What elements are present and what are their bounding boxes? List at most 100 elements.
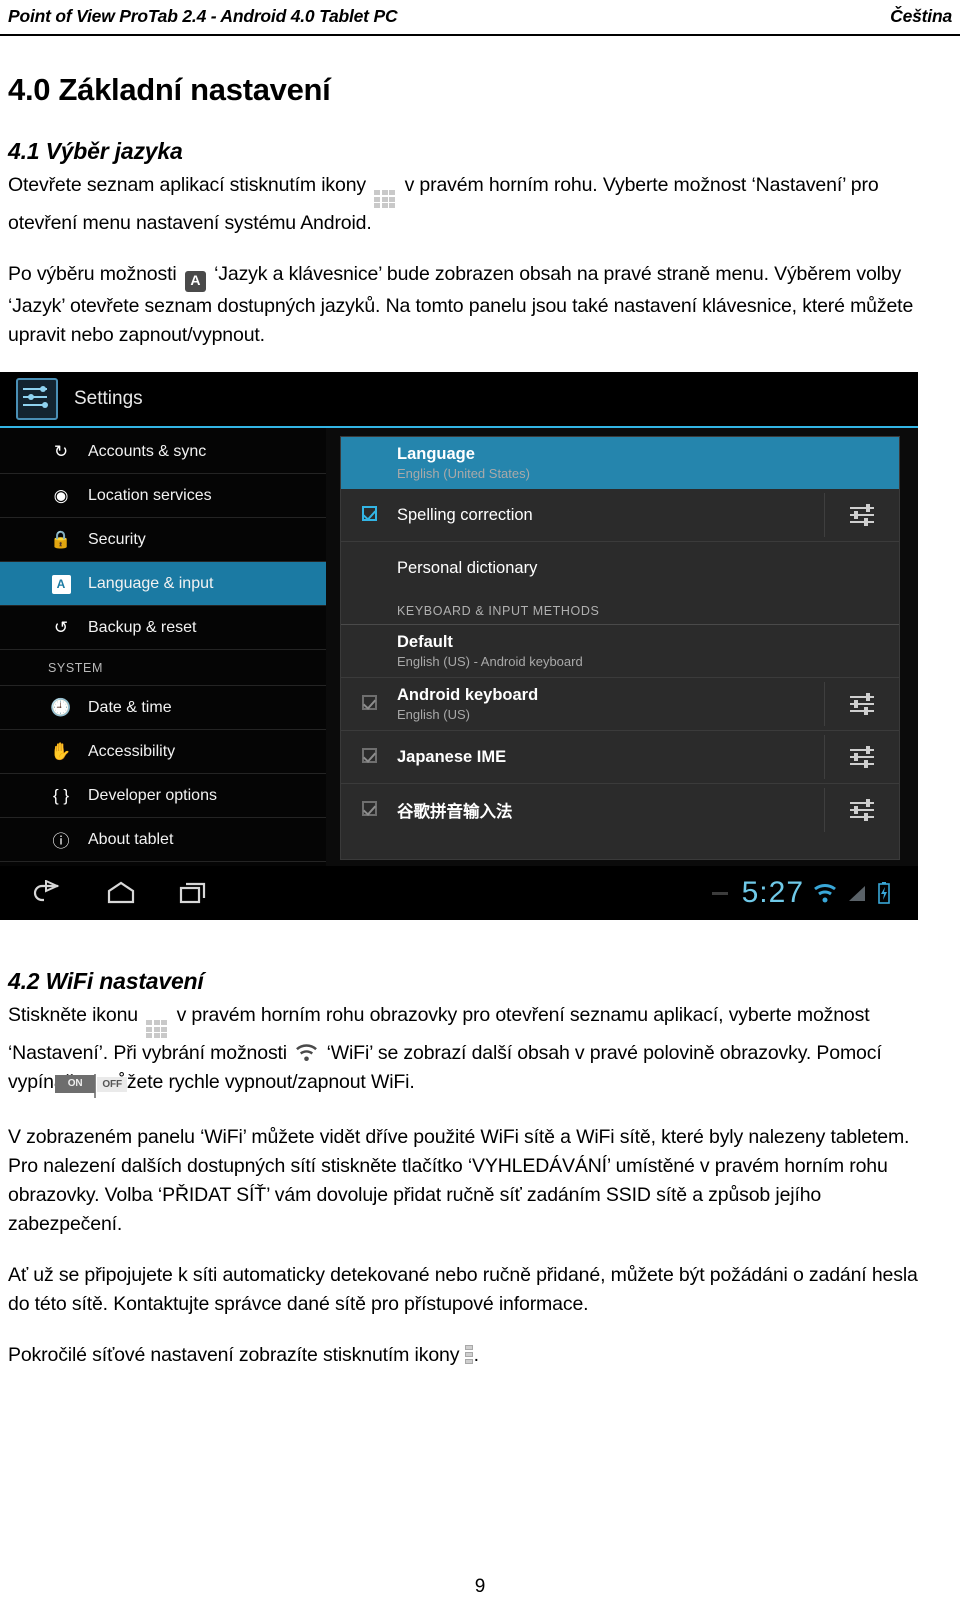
android-settings-sidebar: ↻ Accounts & sync ◉ Location services 🔒 … <box>0 428 326 866</box>
setting-row-spelling-correction[interactable]: Spelling correction <box>341 489 899 542</box>
setting-row-default-keyboard[interactable]: Default English (US) - Android keyboard <box>341 625 899 678</box>
android-system-navigation-bar: 5:27 <box>0 866 918 920</box>
sidebar-item-label: Accounts & sync <box>88 442 207 460</box>
setting-title: Language <box>397 445 475 463</box>
setting-row-android-keyboard[interactable]: Android keyboard English (US) <box>341 678 899 731</box>
header-divider <box>0 34 960 36</box>
panel-section-keyboard-input-methods: KEYBOARD & INPUT METHODS <box>341 594 899 625</box>
header-language: Čeština <box>890 6 952 26</box>
home-icon[interactable] <box>104 880 138 906</box>
sidebar-item-label: Backup & reset <box>88 618 197 636</box>
document-content-lower: 4.2 WiFi nastavení Stiskněte ikonu v pra… <box>8 968 932 1370</box>
setting-row-personal-dictionary[interactable]: Personal dictionary <box>341 542 899 594</box>
subsection-4-2-title: 4.2 WiFi nastavení <box>8 968 204 994</box>
status-clock: 5:27 <box>741 876 804 909</box>
japanese-ime-settings-button[interactable] <box>824 735 899 779</box>
sliders-icon <box>850 693 874 715</box>
setting-value: English (US) - Android keyboard <box>397 654 583 669</box>
paragraph-4-2-intro: Stiskněte ikonu v pravém horním rohu obr… <box>8 1001 932 1101</box>
wifi-onoff-toggle-icon: OFF ON <box>55 1074 128 1098</box>
method-checkbox-cell[interactable] <box>341 695 397 713</box>
paragraph-text-d: můžete rychle vypnout/zapnout WiFi. <box>100 1071 415 1093</box>
method-checkbox-cell[interactable] <box>341 748 397 766</box>
wifi-status-icon <box>814 884 836 903</box>
sliders-icon <box>850 799 874 821</box>
navigation-buttons <box>16 880 210 906</box>
checkbox-icon[interactable] <box>361 695 377 710</box>
android-title-bar: Settings <box>0 372 918 428</box>
document-content: 4.0 Základní nastavení 4.1 Výběr jazyka … <box>8 66 932 350</box>
running-header: Point of View ProTab 2.4 - Android 4.0 T… <box>8 6 952 34</box>
paragraph-text-a: Pokročilé síťové nastavení zobrazíte sti… <box>8 1344 460 1366</box>
row-text: Spelling correction <box>397 506 824 525</box>
row-text: Japanese IME <box>397 748 824 767</box>
setting-value: English (United States) <box>397 466 530 481</box>
battery-icon <box>878 882 890 904</box>
row-text: 谷歌拼音输入法 <box>397 798 824 822</box>
language-input-panel: Language English (United States) Spellin… <box>340 436 900 860</box>
sidebar-item-accessibility[interactable]: ✋ Accessibility <box>0 730 326 774</box>
sidebar-item-location-services[interactable]: ◉ Location services <box>0 474 326 518</box>
checkbox-icon[interactable] <box>361 801 377 816</box>
sliders-icon <box>850 504 874 526</box>
android-app-title: Settings <box>74 388 143 409</box>
sidebar-item-developer-options[interactable]: { } Developer options <box>0 774 326 818</box>
setting-title: Spelling correction <box>397 505 533 524</box>
android-keyboard-settings-button[interactable] <box>824 682 899 726</box>
sidebar-item-label: Developer options <box>88 786 217 804</box>
sidebar-item-label: Language & input <box>88 574 214 592</box>
sidebar-group-label-system: SYSTEM <box>0 650 326 686</box>
row-text: Language English (United States) <box>397 445 899 481</box>
paragraph-text-b: . <box>473 1344 479 1366</box>
setting-title: Personal dictionary <box>397 558 538 577</box>
checkbox-icon[interactable] <box>361 748 377 763</box>
lock-icon: 🔒 <box>50 529 72 549</box>
language-input-icon: A <box>184 271 206 292</box>
sidebar-item-backup-reset[interactable]: ↺ Backup & reset <box>0 606 326 650</box>
setting-row-google-pinyin[interactable]: 谷歌拼音输入法 <box>341 784 899 836</box>
method-checkbox-cell[interactable] <box>341 801 397 819</box>
google-pinyin-settings-button[interactable] <box>824 788 899 832</box>
setting-row-japanese-ime[interactable]: Japanese IME <box>341 731 899 784</box>
recents-icon[interactable] <box>176 880 210 906</box>
sidebar-item-about-tablet[interactable]: ⓘ About tablet <box>0 818 326 862</box>
signal-icon <box>849 886 865 901</box>
backup-icon: ↺ <box>53 617 69 637</box>
sliders-icon <box>850 746 874 768</box>
setting-title: Default <box>397 633 453 651</box>
sidebar-item-label: Date & time <box>88 698 172 716</box>
apps-grid-icon <box>146 1020 169 1039</box>
setting-row-language[interactable]: Language English (United States) <box>341 437 899 489</box>
paragraph-text-a: Stiskněte ikonu <box>8 1004 138 1026</box>
spelling-settings-button[interactable] <box>824 493 899 537</box>
paragraph-4-2-networks: V zobrazeném panelu ‘WiFi’ můžete vidět … <box>8 1126 910 1235</box>
back-icon[interactable] <box>32 880 66 906</box>
sidebar-item-label: Security <box>88 530 146 548</box>
setting-title: Japanese IME <box>397 747 507 766</box>
overflow-menu-icon <box>464 1345 474 1365</box>
sidebar-item-label: About tablet <box>88 830 174 848</box>
sidebar-item-security[interactable]: 🔒 Security <box>0 518 326 562</box>
paragraph-4-1-detail: Po výběru možnosti A ‘Jazyk a klávesnice… <box>8 260 932 350</box>
clock-icon: 🕘 <box>50 697 72 717</box>
language-icon: A <box>48 573 74 594</box>
apps-grid-icon <box>374 190 397 209</box>
paragraph-4-2-advanced: Pokročilé síťové nastavení zobrazíte sti… <box>8 1341 932 1370</box>
wifi-icon <box>296 1044 318 1062</box>
setting-value: English (US) <box>397 707 470 722</box>
toggle-on-label: ON <box>55 1075 96 1093</box>
spelling-checkbox-cell[interactable] <box>341 506 397 524</box>
paragraph-text-a: Otevřete seznam aplikací stisknutím ikon… <box>8 174 366 196</box>
sidebar-item-date-time[interactable]: 🕘 Date & time <box>0 686 326 730</box>
page-title: 4.0 Základní nastavení <box>8 72 331 107</box>
sync-icon: ↻ <box>53 441 69 461</box>
android-settings-screenshot: Settings ↻ Accounts & sync ◉ Location se… <box>0 372 918 920</box>
paragraph-4-1-intro: Otevřete seznam aplikací stisknutím ikon… <box>8 171 932 238</box>
sidebar-item-language-input[interactable]: A Language & input <box>0 562 326 606</box>
sidebar-item-accounts-sync[interactable]: ↻ Accounts & sync <box>0 430 326 474</box>
row-text: Personal dictionary <box>397 559 899 578</box>
settings-app-icon <box>16 378 58 420</box>
row-text: Android keyboard English (US) <box>397 686 824 722</box>
checkbox-icon[interactable] <box>361 506 377 521</box>
document-page: Point of View ProTab 2.4 - Android 4.0 T… <box>0 0 960 1616</box>
